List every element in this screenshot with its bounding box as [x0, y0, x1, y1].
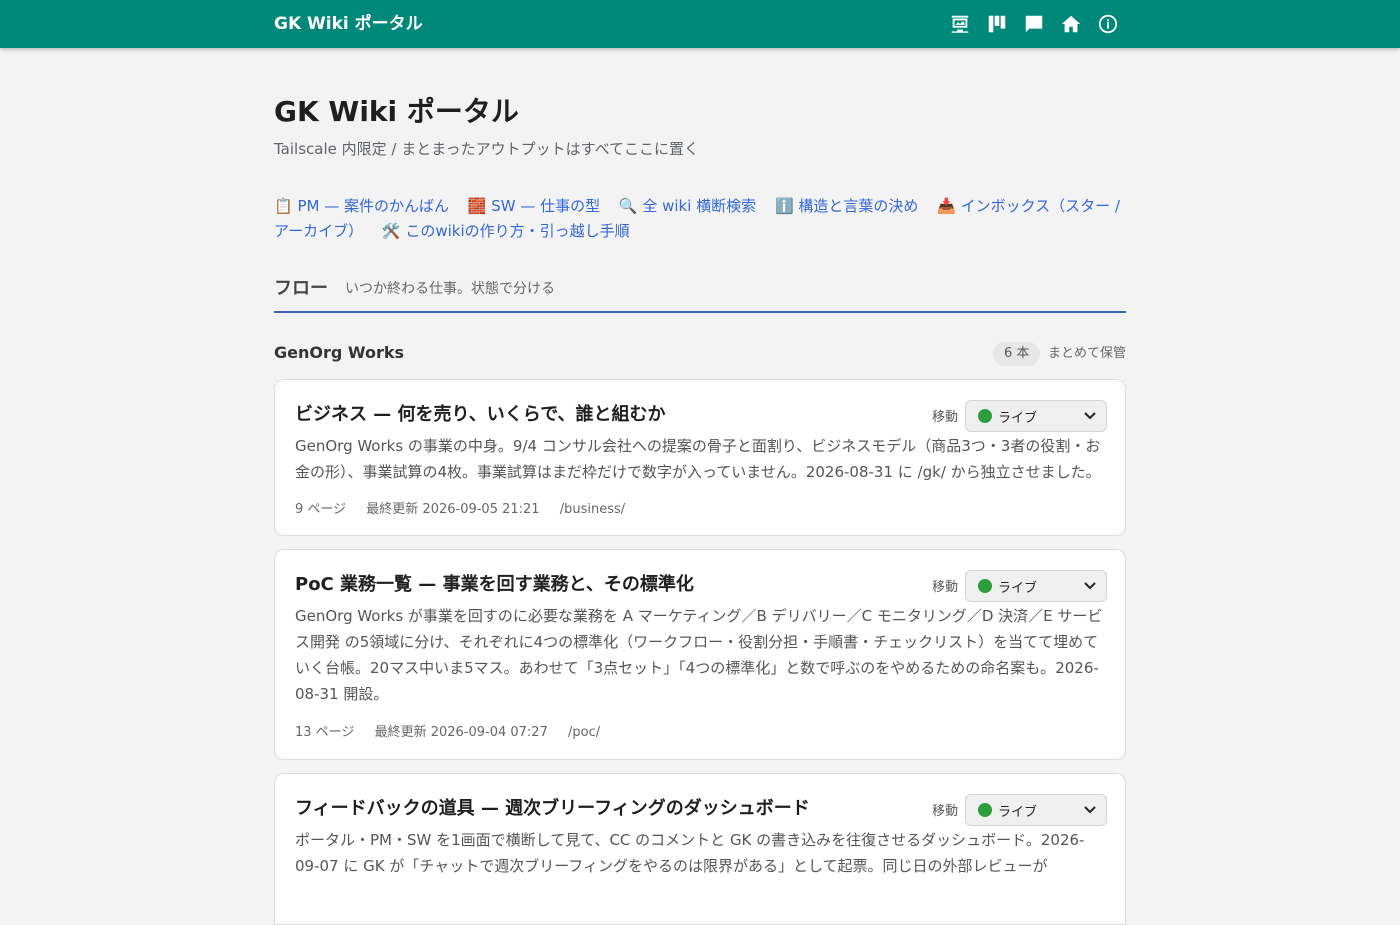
card-title[interactable]: ビジネス — 何を売り、いくらで、誰と組むか: [295, 400, 915, 426]
quick-links: 📋 PM — 案件のかんばん 🧱 SW — 仕事の型 🔍 全 wiki 横断検索…: [274, 194, 1126, 244]
group-count-badge: 6 本: [993, 342, 1041, 366]
section-header-flow: フロー いつか終わる仕事。状態で分ける: [274, 274, 1126, 313]
card-title[interactable]: PoC 業務一覧 — 事業を回す業務と、その標準化: [295, 570, 915, 596]
link-sw-patterns[interactable]: 🧱 SW — 仕事の型: [468, 197, 600, 215]
archive-all-button[interactable]: まとめて保管: [1048, 342, 1126, 366]
app-bar: GK Wiki ポータル: [0, 0, 1400, 48]
home-icon: [1061, 15, 1081, 33]
link-pm-kanban[interactable]: 📋 PM — 案件のかんばん: [274, 197, 449, 215]
group-title: GenOrg Works: [274, 343, 405, 362]
kanban-button[interactable]: [981, 8, 1013, 40]
project-card-poc[interactable]: PoC 業務一覧 — 事業を回す業務と、その標準化 移動 ライブ GenOrg …: [274, 549, 1126, 760]
card-description: ポータル・PM・SW を1画面で横断して見て、CC のコメントと GK の書き込…: [295, 831, 1085, 875]
link-wiki-search[interactable]: 🔍 全 wiki 横断検索: [619, 197, 756, 215]
project-card-business[interactable]: ビジネス — 何を売り、いくらで、誰と組むか 移動 ライブ GenOrg Wor…: [274, 379, 1126, 536]
move-select[interactable]: ライブ: [965, 570, 1107, 602]
move-label: 移動: [932, 410, 959, 425]
project-card-feedback[interactable]: フィードバックの道具 — 週次ブリーフィングのダッシュボード 移動 ライブ ポー…: [274, 773, 1126, 925]
chevron-down-icon: [1084, 582, 1096, 590]
group-header: GenOrg Works 6 本 まとめて保管: [274, 342, 1126, 366]
dashboard-icon: [951, 15, 969, 33]
card-description: GenOrg Works の事業の中身。9/4 コンサル会社への提案の骨子と面割…: [295, 437, 1101, 481]
link-how-to-build[interactable]: 🛠️ このwikiの作り方・引っ越し手順: [382, 222, 630, 240]
app-bar-actions: [944, 8, 1124, 40]
card-meta: 9 ページ 最終更新 2026-09-05 21:21 /business/: [295, 498, 641, 517]
move-select[interactable]: ライブ: [965, 794, 1107, 826]
page-count: 13 ページ: [295, 725, 355, 740]
card-meta: 13 ページ 最終更新 2026-09-04 07:27 /poc/: [295, 721, 616, 740]
info-icon: [1098, 14, 1118, 34]
move-select-value: ライブ: [998, 411, 1038, 426]
page-subtitle: Tailscale 内限定 / まとまったアウトプットはすべてここに置く: [274, 140, 699, 158]
status-dot-icon: [978, 409, 992, 423]
card-title[interactable]: フィードバックの道具 — 週次ブリーフィングのダッシュボード: [295, 794, 915, 820]
chevron-down-icon: [1084, 806, 1096, 814]
dashboard-button[interactable]: [944, 8, 976, 40]
section-description: いつか終わる仕事。状態で分ける: [345, 281, 555, 297]
move-select-value: ライブ: [998, 805, 1038, 820]
move-select[interactable]: ライブ: [965, 400, 1107, 432]
card-path: /business/: [559, 502, 626, 517]
status-dot-icon: [978, 579, 992, 593]
move-label: 移動: [932, 804, 959, 819]
page-title: GK Wiki ポータル: [274, 95, 519, 128]
chevron-down-icon: [1084, 412, 1096, 420]
last-updated: 最終更新 2026-09-04 07:27: [374, 725, 548, 740]
page-count: 9 ページ: [295, 502, 347, 517]
info-button[interactable]: [1092, 8, 1124, 40]
card-path: /poc/: [567, 725, 601, 740]
chat-icon: [1025, 15, 1043, 33]
move-label: 移動: [932, 580, 959, 595]
section-title: フロー: [274, 278, 328, 299]
kanban-icon: [988, 15, 1006, 33]
chat-button[interactable]: [1018, 8, 1050, 40]
last-updated: 最終更新 2026-09-05 21:21: [366, 502, 540, 517]
card-description: GenOrg Works が事業を回すのに必要な業務を A マーケティング／B …: [295, 607, 1103, 703]
app-title[interactable]: GK Wiki ポータル: [274, 0, 423, 48]
home-button[interactable]: [1055, 8, 1087, 40]
link-structure-terms[interactable]: ℹ️ 構造と言葉の決め: [775, 197, 918, 215]
move-select-value: ライブ: [998, 581, 1038, 596]
status-dot-icon: [978, 803, 992, 817]
